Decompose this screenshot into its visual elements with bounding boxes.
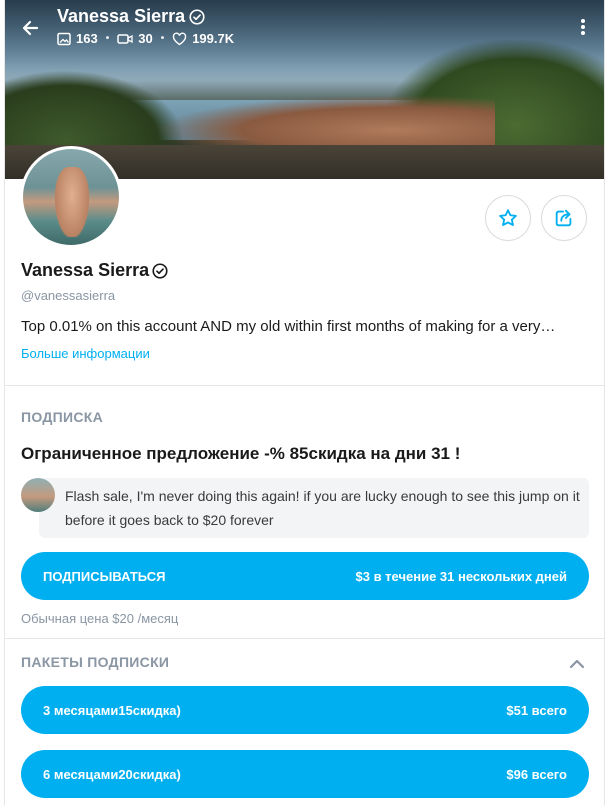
collapse-bundles-button[interactable] — [565, 652, 589, 676]
video-icon — [117, 33, 133, 44]
stats-separator: • — [160, 33, 165, 44]
bundle-label: 6 месяцами20скидка) — [43, 766, 181, 782]
bundle-price: $51 всего — [506, 702, 567, 718]
promo-message-text: Flash sale, I'm never doing this again! … — [65, 488, 580, 528]
share-icon — [555, 209, 572, 227]
bundle-price: $96 всего — [506, 766, 567, 782]
verified-icon — [152, 262, 168, 279]
bundles-section-title: ПАКЕТЫ ПОДПИСКИ — [21, 654, 170, 670]
stats-separator: • — [105, 33, 110, 44]
more-options-button[interactable] — [571, 12, 595, 42]
verified-icon — [189, 8, 205, 25]
more-info-link[interactable]: Больше информации — [21, 346, 150, 361]
back-arrow-icon — [22, 20, 39, 36]
divider — [5, 638, 604, 639]
bundle-button-6-months[interactable]: 6 месяцами20скидка) $96 всего — [21, 750, 589, 798]
likes-stat: 199.7K — [172, 31, 234, 46]
regular-price: Обычная цена $20 /месяц — [21, 611, 179, 626]
heart-icon — [173, 31, 187, 45]
videos-count: 30 — [138, 31, 153, 46]
header-stats: 163 • 30 • 199.7K — [57, 31, 234, 46]
more-vertical-icon — [581, 19, 585, 35]
profile-bio: Top 0.01% on this account AND my old wit… — [21, 318, 556, 335]
chevron-up-icon — [569, 659, 585, 669]
image-icon — [57, 32, 71, 45]
subscribe-label: ПОДПИСЫВАТЬСЯ — [43, 568, 166, 584]
profile-page: Vanessa Sierra 163 • 30 • 199.7K Vanessa… — [4, 0, 605, 806]
bundle-button-3-months[interactable]: 3 месяцами15скидка) $51 всего — [21, 686, 589, 734]
profile-handle: @vanessasierra — [21, 288, 116, 303]
message-avatar — [21, 478, 55, 512]
photos-stat: 163 — [57, 31, 98, 46]
subscribe-price: $3 в течение 31 нескольких дней — [355, 568, 568, 584]
bundle-label: 3 месяцами15скидка) — [43, 702, 181, 718]
divider — [5, 385, 604, 386]
star-icon — [499, 209, 517, 226]
share-button[interactable] — [541, 195, 587, 241]
subscribe-button[interactable]: ПОДПИСЫВАТЬСЯ $3 в течение 31 нескольких… — [21, 552, 589, 600]
top-bar: Vanessa Sierra 163 • 30 • 199.7K — [5, 0, 604, 60]
favorite-button[interactable] — [485, 195, 531, 241]
profile-name: Vanessa Sierra — [21, 260, 169, 281]
avatar[interactable] — [20, 146, 122, 248]
videos-stat: 30 — [117, 31, 153, 46]
profile-name-text: Vanessa Sierra — [21, 260, 150, 280]
offer-title: Ограниченное предложение -% 85скидка на … — [21, 444, 461, 463]
likes-count: 199.7K — [192, 31, 235, 46]
header-name: Vanessa Sierra — [57, 6, 186, 26]
header-title: Vanessa Sierra — [57, 6, 206, 27]
photos-count: 163 — [76, 31, 98, 46]
back-button[interactable] — [13, 10, 49, 46]
subscription-section-title: ПОДПИСКА — [21, 409, 104, 425]
